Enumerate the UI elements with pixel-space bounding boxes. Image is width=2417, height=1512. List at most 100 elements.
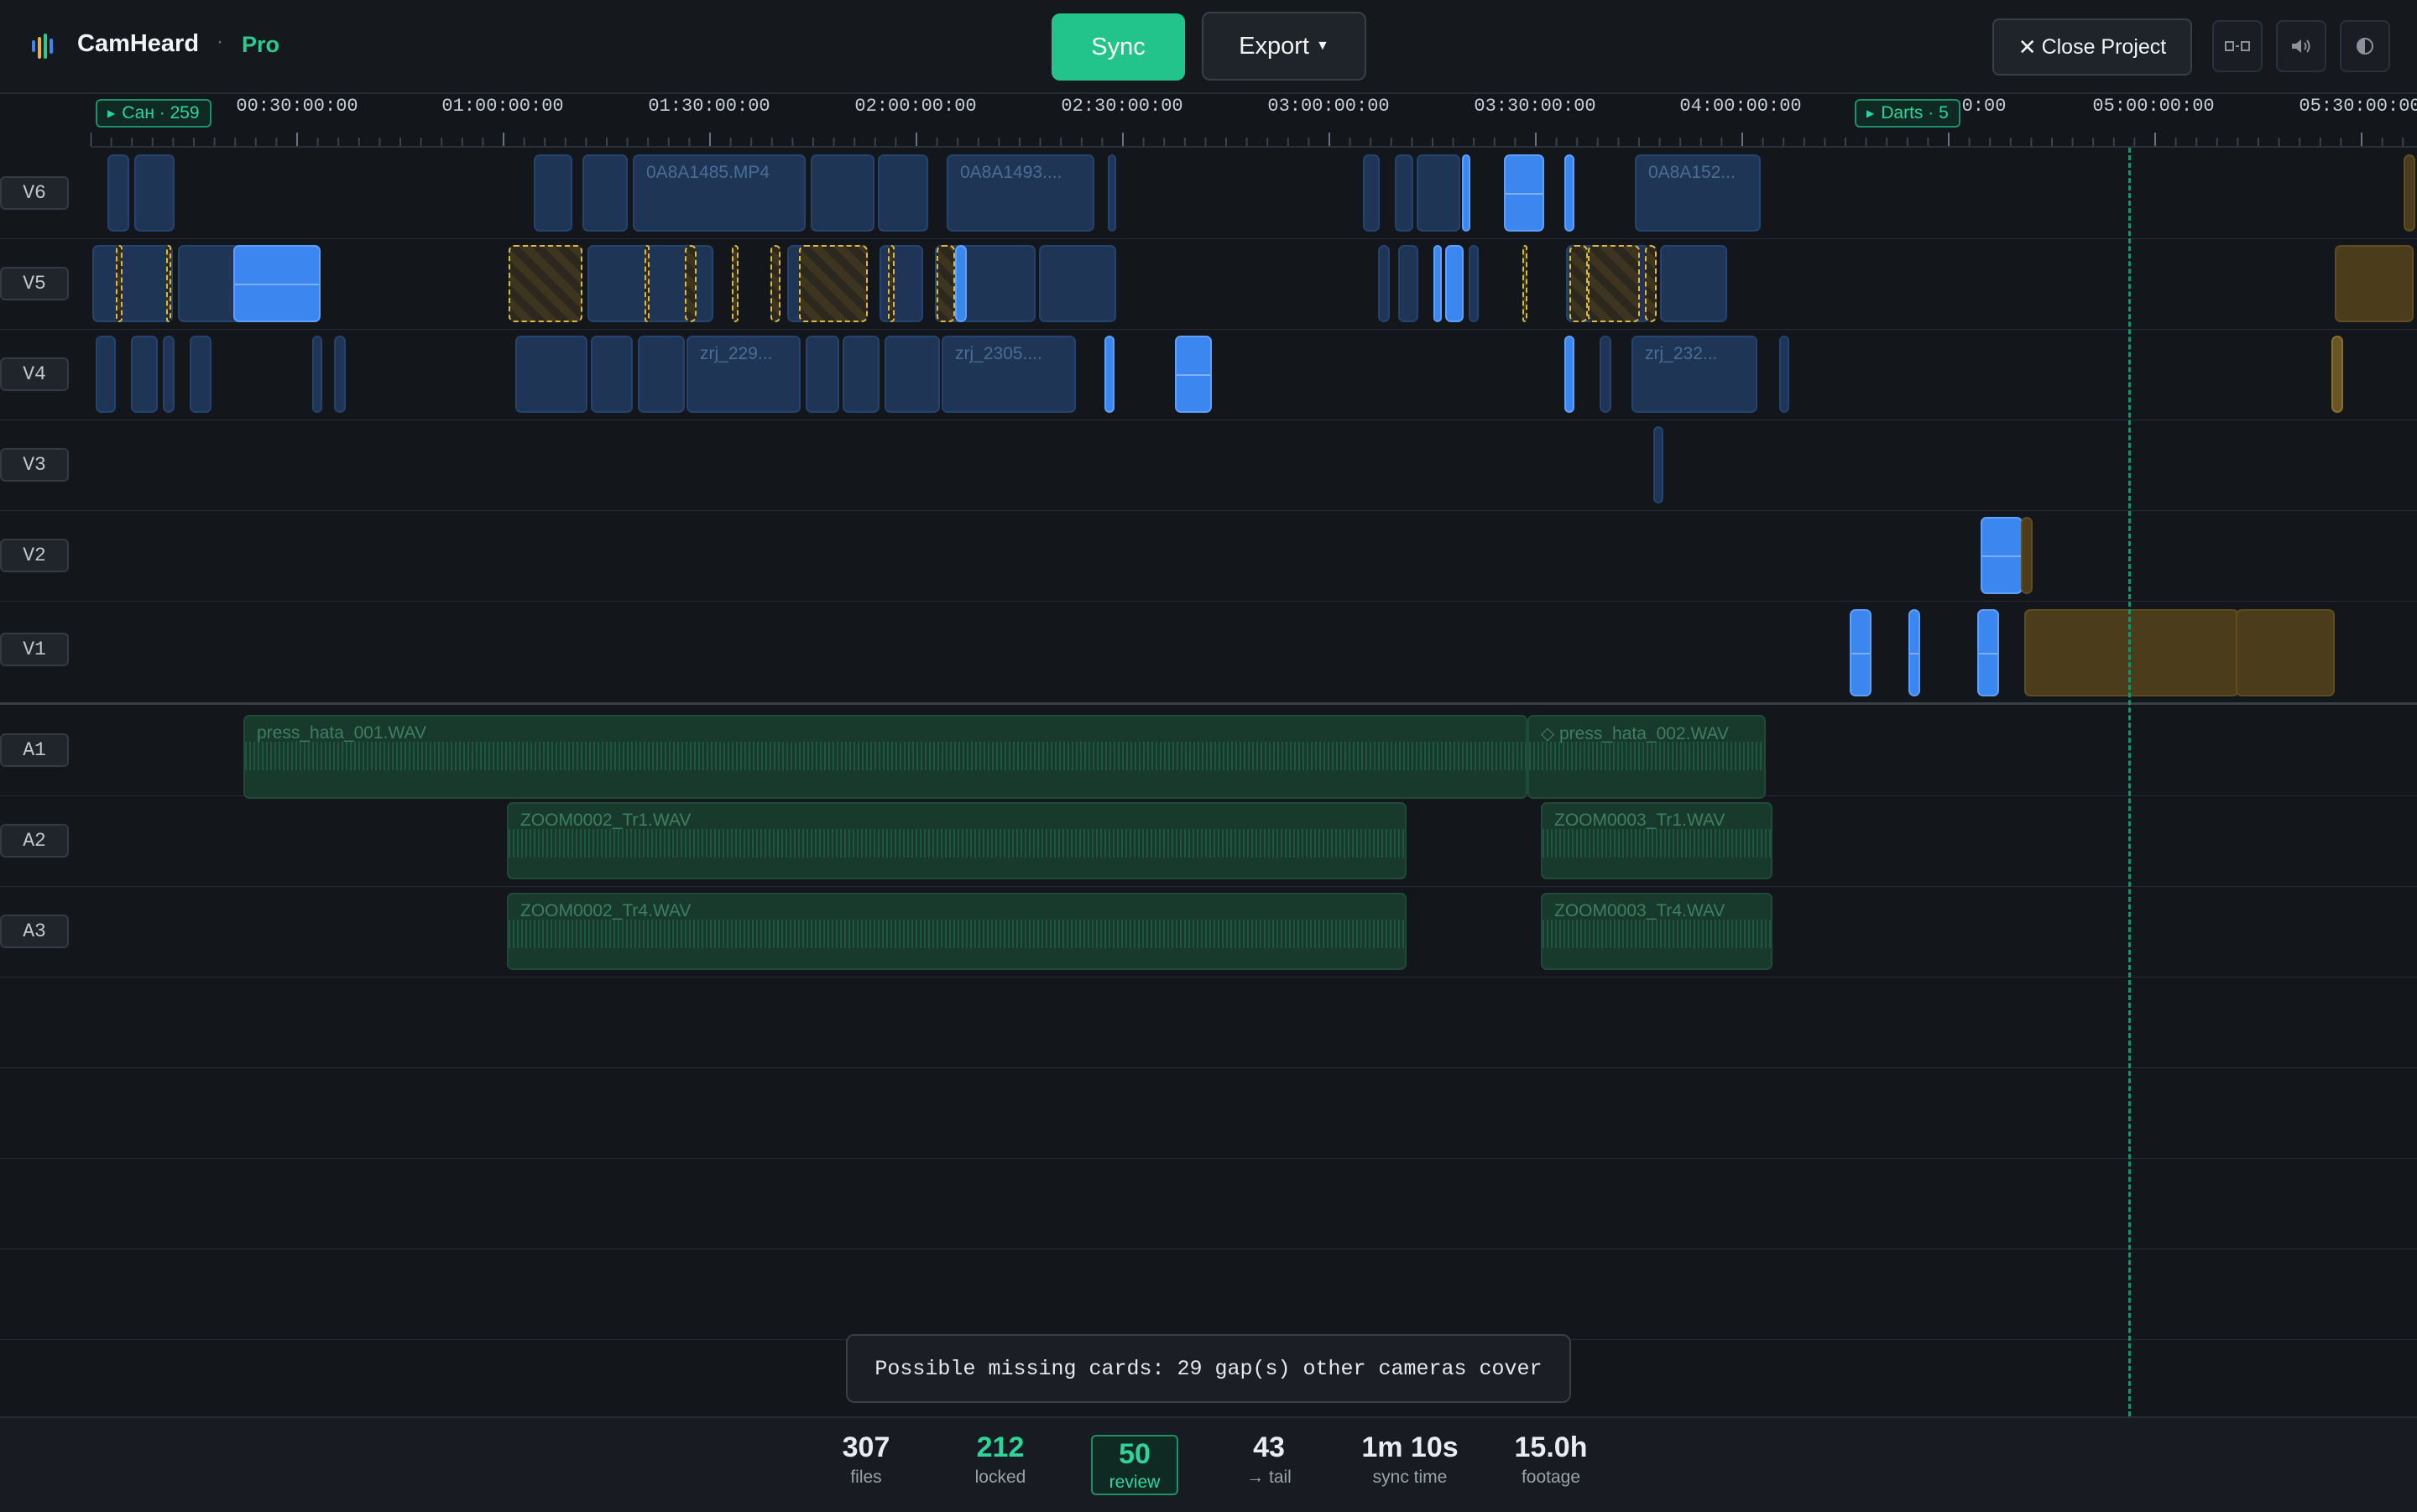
video-clip[interactable] xyxy=(1417,154,1460,232)
video-clip[interactable] xyxy=(1108,154,1116,232)
track-lane[interactable] xyxy=(91,601,2417,702)
audio-clip[interactable]: ◇ press_hata_002.WAV xyxy=(1527,715,1766,799)
video-clip[interactable] xyxy=(107,154,129,232)
camera-marker[interactable]: ▶ Сан · 259 xyxy=(96,99,211,128)
video-clip[interactable] xyxy=(1469,245,1479,322)
video-clip[interactable] xyxy=(2331,336,2343,413)
video-clip[interactable] xyxy=(1564,154,1574,232)
video-clip[interactable] xyxy=(190,336,211,413)
video-clip[interactable] xyxy=(1175,336,1212,413)
missing-clip[interactable] xyxy=(1522,245,1527,322)
video-clip[interactable]: 0A8A1485.MP4 xyxy=(633,154,806,232)
missing-clip[interactable] xyxy=(732,245,739,322)
video-clip[interactable] xyxy=(1977,609,1999,696)
video-clip[interactable] xyxy=(1398,245,1418,322)
video-clip[interactable] xyxy=(880,245,923,322)
track-label[interactable]: V3 xyxy=(0,448,69,482)
track-label[interactable]: A2 xyxy=(0,824,69,858)
video-clip[interactable] xyxy=(2335,245,2414,322)
video-clip[interactable] xyxy=(96,336,116,413)
video-clip[interactable] xyxy=(1433,245,1442,322)
export-button[interactable]: Export ▼ xyxy=(1202,12,1366,81)
timeline-ruler[interactable]: 00:30:00:00 01:00:00:00 01:30:00:00 02:0… xyxy=(91,92,2417,148)
missing-clip[interactable] xyxy=(685,245,697,322)
video-clip[interactable] xyxy=(515,336,587,413)
track-lane[interactable]: ZOOM0002_Tr1.WAV ZOOM0003_Tr1.WAV xyxy=(91,795,2417,886)
theme-toggle-icon[interactable] xyxy=(2340,20,2390,72)
video-clip[interactable] xyxy=(1504,154,1544,232)
video-clip[interactable] xyxy=(1981,517,2023,594)
camera-marker[interactable]: ▶ Darts · 5 xyxy=(1855,99,1960,128)
video-clip[interactable] xyxy=(582,154,628,232)
video-clip[interactable] xyxy=(2021,517,2033,594)
split-view-icon[interactable] xyxy=(2212,20,2263,72)
video-clip[interactable] xyxy=(1104,336,1115,413)
video-clip[interactable] xyxy=(334,336,346,413)
video-clip[interactable] xyxy=(131,336,158,413)
sync-button[interactable]: Sync xyxy=(1052,13,1185,81)
missing-clip[interactable] xyxy=(799,245,868,322)
track-lane[interactable]: zrj_229... zrj_2305.... zrj_232... xyxy=(91,329,2417,420)
missing-clip[interactable] xyxy=(937,245,955,322)
missing-clip[interactable] xyxy=(1569,245,1588,322)
track-label[interactable]: V6 xyxy=(0,176,69,210)
video-clip[interactable] xyxy=(1039,245,1116,322)
video-clip[interactable] xyxy=(811,154,874,232)
video-clip[interactable] xyxy=(1908,609,1920,696)
video-clip[interactable] xyxy=(163,336,175,413)
audio-clip[interactable]: ZOOM0003_Tr1.WAV xyxy=(1541,802,1772,879)
video-clip[interactable] xyxy=(1850,609,1871,696)
video-clip[interactable] xyxy=(2404,154,2415,232)
video-clip[interactable] xyxy=(806,336,839,413)
track-label[interactable]: A3 xyxy=(0,915,69,948)
track-label[interactable]: V4 xyxy=(0,357,69,391)
video-clip[interactable] xyxy=(878,154,928,232)
track-lane[interactable]: 0A8A1485.MP4 0A8A1493.... 0A8A152... xyxy=(91,148,2417,238)
missing-clip[interactable] xyxy=(770,245,780,322)
video-clip[interactable] xyxy=(955,245,967,322)
audio-clip[interactable]: ZOOM0002_Tr1.WAV xyxy=(507,802,1407,879)
video-clip[interactable] xyxy=(1445,245,1464,322)
video-clip[interactable] xyxy=(92,245,173,322)
track-lane[interactable]: press_hata_001.WAV ◇ press_hata_002.WAV xyxy=(91,705,2417,799)
video-clip[interactable] xyxy=(134,154,175,232)
video-clip[interactable] xyxy=(1660,245,1727,322)
video-clip[interactable] xyxy=(1779,336,1789,413)
video-clip[interactable]: 0A8A152... xyxy=(1635,154,1761,232)
video-clip[interactable] xyxy=(843,336,880,413)
video-clip[interactable] xyxy=(1378,245,1390,322)
missing-clip[interactable] xyxy=(888,245,895,322)
video-clip[interactable]: zrj_2305.... xyxy=(942,336,1076,413)
video-clip[interactable] xyxy=(1564,336,1574,413)
track-label[interactable]: V5 xyxy=(0,267,69,300)
video-clip[interactable] xyxy=(1395,154,1413,232)
missing-clip[interactable] xyxy=(509,245,582,322)
audio-clip[interactable]: ZOOM0003_Tr4.WAV xyxy=(1541,893,1772,970)
missing-clip[interactable] xyxy=(166,245,171,322)
video-clip[interactable] xyxy=(1653,426,1663,503)
video-clip[interactable] xyxy=(233,245,321,322)
close-project-button[interactable]: ✕ Close Project xyxy=(1992,18,2192,76)
video-clip[interactable] xyxy=(638,336,685,413)
video-clip[interactable] xyxy=(885,336,940,413)
video-clip[interactable] xyxy=(312,336,322,413)
video-clip[interactable]: 0A8A1493.... xyxy=(947,154,1094,232)
video-clip[interactable] xyxy=(2236,609,2335,696)
missing-clip[interactable] xyxy=(645,245,650,322)
stat-review[interactable]: 50 review xyxy=(1091,1435,1178,1495)
video-clip[interactable]: zrj_232... xyxy=(1631,336,1757,413)
track-label[interactable]: A1 xyxy=(0,733,69,767)
track-label[interactable]: V1 xyxy=(0,633,69,666)
playhead[interactable] xyxy=(2128,148,2131,1416)
track-lane[interactable] xyxy=(91,420,2417,510)
video-clip[interactable] xyxy=(534,154,572,232)
video-clip[interactable]: zrj_229... xyxy=(686,336,801,413)
video-clip[interactable] xyxy=(591,336,633,413)
missing-clip[interactable] xyxy=(1645,245,1657,322)
video-clip[interactable] xyxy=(1363,154,1380,232)
audio-clip[interactable]: ZOOM0002_Tr4.WAV xyxy=(507,893,1407,970)
video-clip[interactable] xyxy=(1600,336,1611,413)
track-lane[interactable] xyxy=(91,238,2417,329)
audio-clip[interactable]: press_hata_001.WAV xyxy=(243,715,1527,799)
track-lane[interactable]: ZOOM0002_Tr4.WAV ZOOM0003_Tr4.WAV xyxy=(91,886,2417,977)
